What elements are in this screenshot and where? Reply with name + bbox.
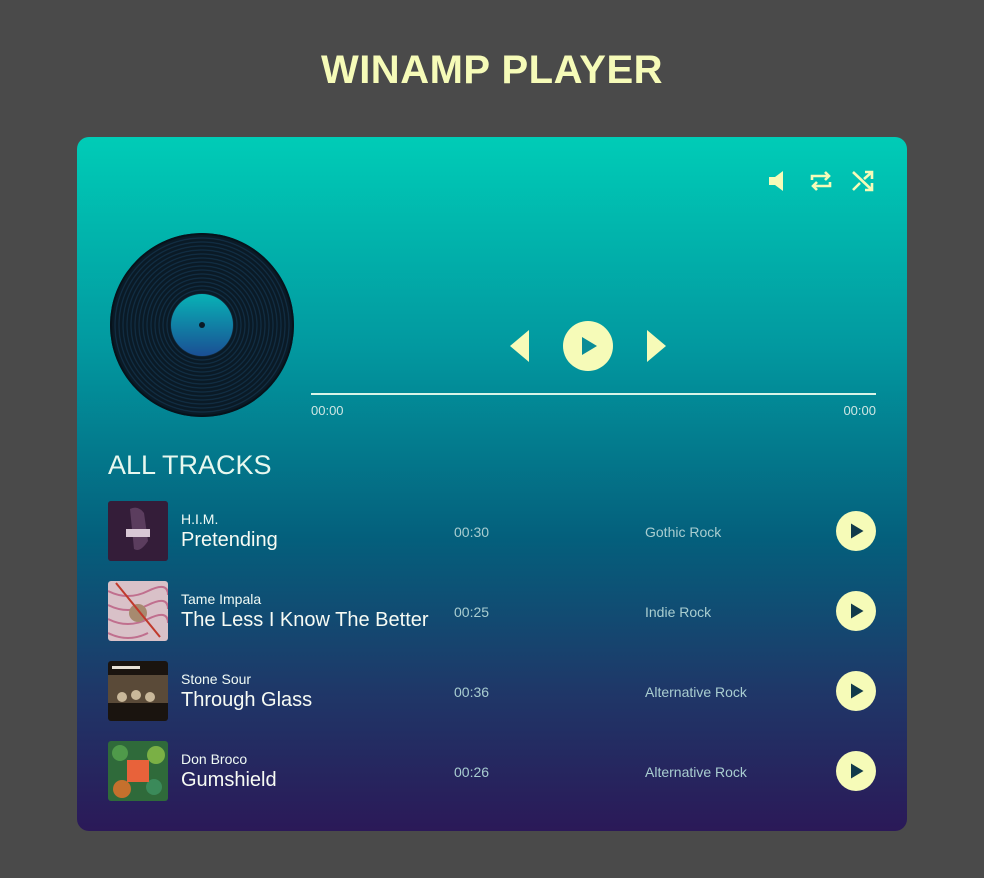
disc-hole xyxy=(199,322,205,328)
transport-controls xyxy=(507,321,669,371)
track-row[interactable]: H.I.M. Pretending 00:30 Gothic Rock xyxy=(108,501,876,561)
vinyl-disc-icon xyxy=(110,233,294,417)
play-icon xyxy=(851,523,864,539)
track-play-button[interactable] xyxy=(836,671,876,711)
album-cover xyxy=(108,501,168,561)
track-title: The Less I Know The Better xyxy=(181,609,429,631)
track-duration: 00:26 xyxy=(454,764,490,780)
album-cover xyxy=(108,581,168,641)
track-artist: H.I.M. xyxy=(181,511,219,527)
track-row[interactable]: Stone Sour Through Glass 00:36 Alternati… xyxy=(108,661,876,721)
app-title: WINAMP PLAYER xyxy=(320,48,664,92)
current-time: 00:00 xyxy=(311,403,344,418)
track-artist: Don Broco xyxy=(181,751,248,767)
track-artist: Tame Impala xyxy=(181,591,262,607)
play-icon xyxy=(582,337,597,355)
album-cover xyxy=(108,741,168,801)
track-artist: Stone Sour xyxy=(181,671,252,687)
track-title: Through Glass xyxy=(181,689,313,711)
player-panel: 00:00 00:00 ALL TRACKS H.I.M. Pretending… xyxy=(77,137,907,831)
repeat-icon[interactable] xyxy=(807,167,835,195)
track-genre: Indie Rock xyxy=(645,604,712,620)
disc-label xyxy=(171,294,233,356)
track-title: Gumshield xyxy=(181,769,277,791)
play-icon xyxy=(851,603,864,619)
track-play-button[interactable] xyxy=(836,751,876,791)
track-row[interactable]: Tame Impala The Less I Know The Better 0… xyxy=(108,581,876,641)
play-icon xyxy=(851,683,864,699)
tracks-heading: ALL TRACKS xyxy=(108,450,272,480)
track-duration: 00:30 xyxy=(454,524,490,540)
top-controls xyxy=(765,167,877,195)
track-genre: Alternative Rock xyxy=(645,684,747,700)
volume-icon[interactable] xyxy=(765,167,793,195)
track-duration: 00:36 xyxy=(454,684,490,700)
track-title: Pretending xyxy=(181,529,278,551)
play-icon xyxy=(851,763,864,779)
previous-button[interactable] xyxy=(507,328,533,364)
album-cover xyxy=(108,661,168,721)
shuffle-icon[interactable] xyxy=(849,167,877,195)
track-list: H.I.M. Pretending 00:30 Gothic Rock Tame… xyxy=(108,501,876,821)
play-button[interactable] xyxy=(563,321,613,371)
track-genre: Alternative Rock xyxy=(645,764,747,780)
track-duration: 00:25 xyxy=(454,604,490,620)
progress-bar[interactable] xyxy=(311,393,876,395)
track-row[interactable]: Don Broco Gumshield 00:26 Alternative Ro… xyxy=(108,741,876,801)
track-genre: Gothic Rock xyxy=(645,524,722,540)
next-button[interactable] xyxy=(643,328,669,364)
total-time: 00:00 xyxy=(843,403,876,418)
track-play-button[interactable] xyxy=(836,511,876,551)
track-play-button[interactable] xyxy=(836,591,876,631)
